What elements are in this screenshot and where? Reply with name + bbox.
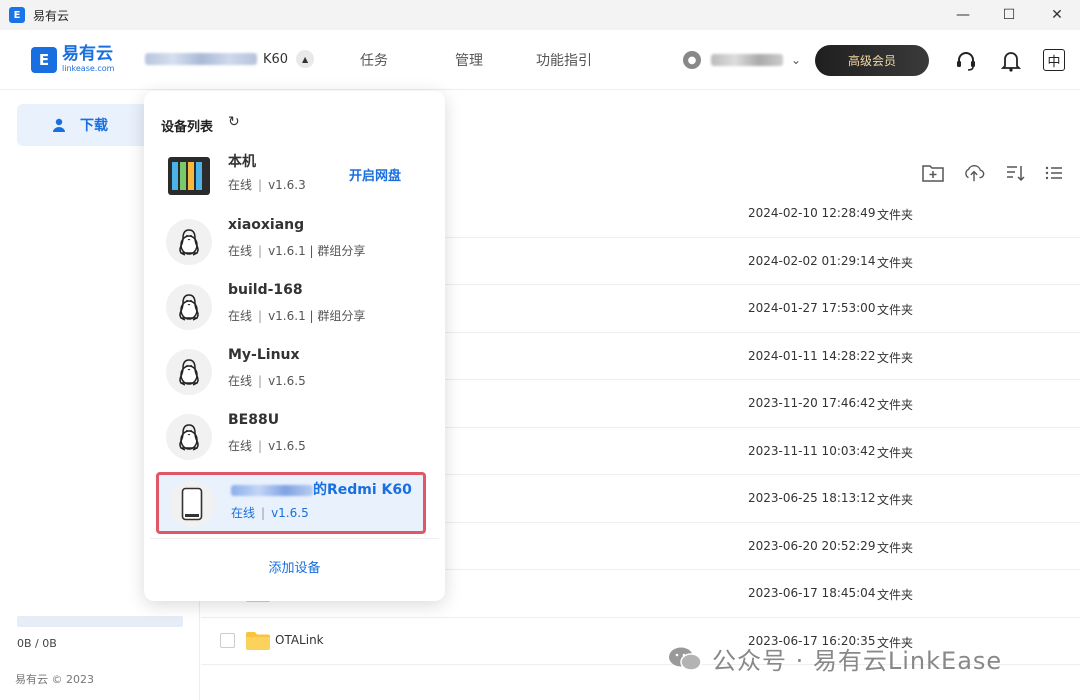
storage-progress — [17, 616, 183, 627]
premium-button[interactable]: 高级会员 — [815, 45, 929, 76]
file-type: 文件夹 — [877, 208, 914, 222]
file-type: 文件夹 — [877, 588, 914, 602]
sidebar-footer: 易有云 © 2023 — [15, 673, 94, 686]
file-type: 文件夹 — [877, 398, 914, 412]
sort-icon[interactable] — [1004, 162, 1026, 184]
refresh-icon[interactable]: ↻ — [228, 114, 240, 130]
logo: E 易有云 linkease.com — [31, 46, 114, 73]
avatar: ● — [683, 51, 701, 69]
device-item[interactable]: BE88U 在线 | v1.6.5 — [156, 408, 434, 468]
device-name: 的Redmi K60 — [231, 479, 412, 499]
close-button[interactable]: ✕ — [1034, 0, 1080, 30]
app-icon: E — [9, 7, 25, 23]
new-folder-icon[interactable] — [922, 162, 944, 184]
open-disk-button[interactable]: 开启网盘 — [349, 165, 401, 184]
bell-icon[interactable] — [999, 49, 1023, 73]
minimize-button[interactable]: — — [940, 0, 986, 30]
nav-tasks[interactable]: 任务 — [360, 50, 388, 70]
device-status: 在线 | v1.6.5 — [231, 506, 309, 520]
language-toggle[interactable]: 中 — [1043, 49, 1065, 71]
device-item[interactable]: My-Linux 在线 | v1.6.5 — [156, 343, 434, 403]
device-status: 在线 | v1.6.5 — [228, 374, 306, 388]
file-date: 2023-11-11 10:03:42 — [748, 443, 876, 458]
linux-icon — [166, 219, 212, 265]
linux-icon — [166, 414, 212, 460]
app-header: E 易有云 linkease.com K60 ▲ 任务 管理 功能指引 ● ⌄ … — [0, 30, 1080, 90]
device-name: My-Linux — [228, 347, 300, 363]
watermark: 公众号 · 易有云LinkEase — [668, 641, 1002, 676]
device-selector[interactable]: K60 ▲ — [145, 50, 315, 68]
file-date: 2024-02-02 01:29:14 — [748, 253, 876, 268]
blurred-username — [711, 54, 783, 66]
file-date: 2024-01-27 17:53:00 — [748, 301, 876, 315]
file-type: 文件夹 — [877, 303, 914, 317]
device-name: xiaoxiang — [228, 217, 305, 233]
nav-guide[interactable]: 功能指引 — [536, 50, 592, 70]
maximize-button[interactable]: ☐ — [986, 0, 1032, 30]
sidebar-item-label: 下载 — [80, 118, 108, 134]
title-bar: E 易有云 — ☐ ✕ — [0, 0, 1080, 30]
row-checkbox[interactable] — [220, 632, 235, 648]
file-type: 文件夹 — [877, 540, 914, 555]
device-name: build-168 — [228, 282, 303, 298]
file-date: 2023-11-20 17:46:42 — [748, 396, 876, 410]
nav-manage[interactable]: 管理 — [455, 50, 483, 70]
device-status: 在线 | v1.6.1 | 群组分享 — [228, 244, 366, 258]
user-icon — [52, 118, 66, 132]
device-name: BE88U — [228, 412, 280, 428]
file-type: 文件夹 — [877, 350, 914, 365]
linux-icon — [166, 284, 212, 330]
device-list-title: 设备列表 — [161, 120, 214, 135]
file-date: 2024-01-11 14:28:22 — [748, 348, 876, 363]
caret-up-icon[interactable]: ▲ — [296, 50, 315, 68]
nas-icon — [166, 153, 212, 199]
device-status: 在线 | v1.6.5 — [228, 439, 306, 453]
device-item[interactable]: xiaoxiang 在线 | v1.6.1 | 群组分享 — [156, 213, 434, 273]
file-type: 文件夹 — [877, 445, 914, 460]
upload-icon[interactable] — [963, 162, 985, 184]
file-type: 文件夹 — [877, 255, 914, 270]
device-item[interactable]: build-168 在线 | v1.6.1 | 群组分享 — [156, 278, 434, 338]
file-date: 2023-06-25 18:13:12 — [748, 491, 876, 505]
device-status: 在线 | v1.6.3 — [228, 178, 306, 192]
list-view-icon[interactable] — [1043, 162, 1065, 184]
file-date: 2023-06-20 20:52:29 — [748, 538, 876, 553]
file-type: 文件夹 — [877, 493, 914, 507]
window-title: 易有云 — [33, 8, 70, 23]
folder-icon — [246, 631, 270, 650]
blurred-device-owner — [145, 53, 257, 65]
device-status: 在线 | v1.6.1 | 群组分享 — [228, 309, 366, 323]
storage-text: 0B / 0B — [17, 637, 57, 650]
file-date: 2024-02-10 12:28:49 — [748, 206, 876, 220]
file-name[interactable]: OTALink — [275, 633, 324, 647]
add-device-button[interactable]: 添加设备 — [150, 538, 439, 594]
logo-domain: linkease.com — [62, 64, 115, 73]
headset-icon[interactable] — [954, 49, 978, 73]
phone-icon — [169, 481, 215, 527]
device-name: 本机 — [228, 154, 256, 170]
file-date: 2023-06-17 18:45:04 — [748, 586, 876, 600]
current-device-name: K60 — [263, 51, 289, 67]
wechat-icon — [669, 647, 702, 671]
linux-icon — [166, 349, 212, 395]
logo-mark: E — [31, 46, 57, 73]
device-item[interactable]: 的Redmi K60 在线 | v1.6.5 — [156, 472, 426, 534]
device-list-panel: 设备列表 ↻ 本机在线 | v1.6.3 xiaoxiang 在线 | v1.6.1 | 群… — [144, 91, 445, 601]
watermark-text: 公众号 · 易有云LinkEase — [712, 647, 1003, 675]
logo-text: 易有云 — [62, 44, 113, 64]
chevron-down-icon: ⌄ — [791, 53, 802, 67]
user-menu[interactable]: ● ⌄ — [683, 51, 801, 69]
blurred-owner — [231, 484, 313, 496]
